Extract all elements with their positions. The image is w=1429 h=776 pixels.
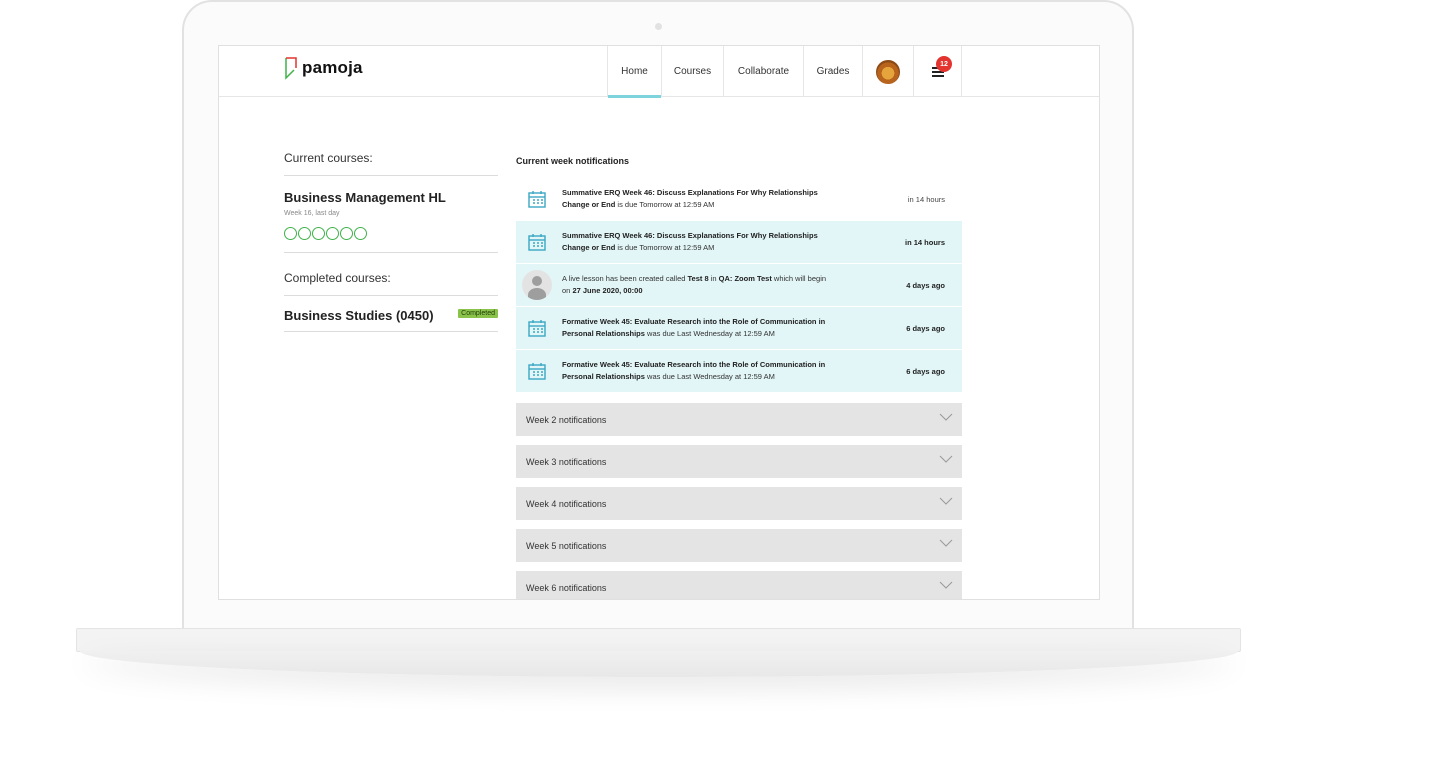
notification-time: in 14 hours	[907, 194, 945, 204]
week-label: Week 5 notifications	[526, 540, 607, 551]
courses-panel: Current courses: Business Management HL …	[284, 151, 498, 332]
nav-menu[interactable]: 12	[913, 46, 962, 97]
completed-badge: Completed	[458, 309, 498, 318]
notifications-title: Current week notifications	[516, 156, 630, 166]
notification-text: Formative Week 45: Evaluate Research int…	[562, 360, 826, 381]
calendar-icon	[528, 191, 546, 208]
pamoja-logo[interactable]: pamoja	[284, 56, 363, 80]
calendar-icon	[528, 320, 546, 337]
completed-courses-heading: Completed courses:	[284, 271, 498, 296]
laptop-base	[76, 628, 1241, 652]
chevron-down-icon	[939, 539, 953, 547]
notification-count-badge: 12	[936, 56, 952, 72]
notification-item[interactable]: Formative Week 45: Evaluate Research int…	[516, 350, 962, 393]
notification-text: Formative Week 45: Evaluate Research int…	[562, 317, 826, 338]
notification-item[interactable]: Summative ERQ Week 46: Discuss Explanati…	[516, 178, 962, 221]
nav-courses[interactable]: Courses	[661, 46, 723, 97]
current-course-name[interactable]: Business Management HL	[284, 190, 498, 205]
calendar-icon	[528, 363, 546, 380]
week-label: Week 4 notifications	[526, 498, 607, 509]
notification-time: 6 days ago	[906, 366, 945, 376]
week-label: Week 6 notifications	[526, 582, 607, 593]
completed-course-name[interactable]: Business Studies (0450)	[284, 308, 434, 323]
notification-item[interactable]: A live lesson has been created called Te…	[516, 264, 962, 307]
notifications-panel: Current week notifications Summative ERQ…	[516, 156, 962, 599]
nav-home[interactable]: Home	[607, 46, 661, 98]
progress-circle	[354, 227, 367, 240]
laptop-bottom	[80, 651, 1238, 677]
week-label: Week 3 notifications	[526, 456, 607, 467]
pamoja-logo-icon	[285, 57, 297, 80]
person-icon	[522, 270, 552, 300]
week-label: Week 2 notifications	[526, 414, 607, 425]
nav-collaborate[interactable]: Collaborate	[723, 46, 803, 97]
laptop-camera	[655, 23, 662, 30]
current-course-meta: Week 16, last day	[284, 210, 340, 217]
progress-circle	[312, 227, 325, 240]
course-progress	[284, 227, 498, 253]
week-accordion-3[interactable]: Week 3 notifications	[516, 445, 962, 478]
main-nav: Home Courses Collaborate Grades 12	[607, 46, 962, 98]
current-courses-heading: Current courses:	[284, 151, 498, 176]
notification-time: in 14 hours	[904, 237, 945, 247]
week-accordion-4[interactable]: Week 4 notifications	[516, 487, 962, 520]
app-screen: pamoja Home Courses Collaborate Grades 1…	[218, 45, 1100, 600]
chevron-down-icon	[939, 455, 953, 463]
progress-circle	[298, 227, 311, 240]
notification-list: Summative ERQ Week 46: Discuss Explanati…	[516, 178, 962, 393]
nav-grades[interactable]: Grades	[803, 46, 862, 97]
progress-circle	[326, 227, 339, 240]
chevron-down-icon	[939, 581, 953, 589]
nav-avatar[interactable]	[862, 46, 913, 97]
week-accordion-2[interactable]: Week 2 notifications	[516, 403, 962, 436]
notification-time: 6 days ago	[906, 323, 945, 333]
notification-text: A live lesson has been created called Te…	[562, 274, 827, 295]
week-accordion-6[interactable]: Week 6 notifications	[516, 571, 962, 599]
lion-avatar-icon	[876, 59, 900, 84]
calendar-icon	[528, 234, 546, 251]
completed-course-row[interactable]: Business Studies (0450) Completed	[284, 308, 498, 332]
app-header: pamoja Home Courses Collaborate Grades 1…	[219, 46, 1099, 98]
week-accordion-5[interactable]: Week 5 notifications	[516, 529, 962, 562]
progress-circle	[340, 227, 353, 240]
week-notifications-list: Week 2 notifications Week 3 notification…	[516, 403, 962, 599]
notification-text: Summative ERQ Week 46: Discuss Explanati…	[562, 188, 818, 209]
progress-circle	[284, 227, 297, 240]
chevron-down-icon	[939, 497, 953, 505]
notification-time: 4 days ago	[906, 280, 945, 290]
chevron-down-icon	[939, 413, 953, 421]
logo-text: pamoja	[302, 58, 363, 77]
notification-text: Summative ERQ Week 46: Discuss Explanati…	[562, 231, 818, 252]
notification-item[interactable]: Formative Week 45: Evaluate Research int…	[516, 307, 962, 350]
notification-item[interactable]: Summative ERQ Week 46: Discuss Explanati…	[516, 221, 962, 264]
